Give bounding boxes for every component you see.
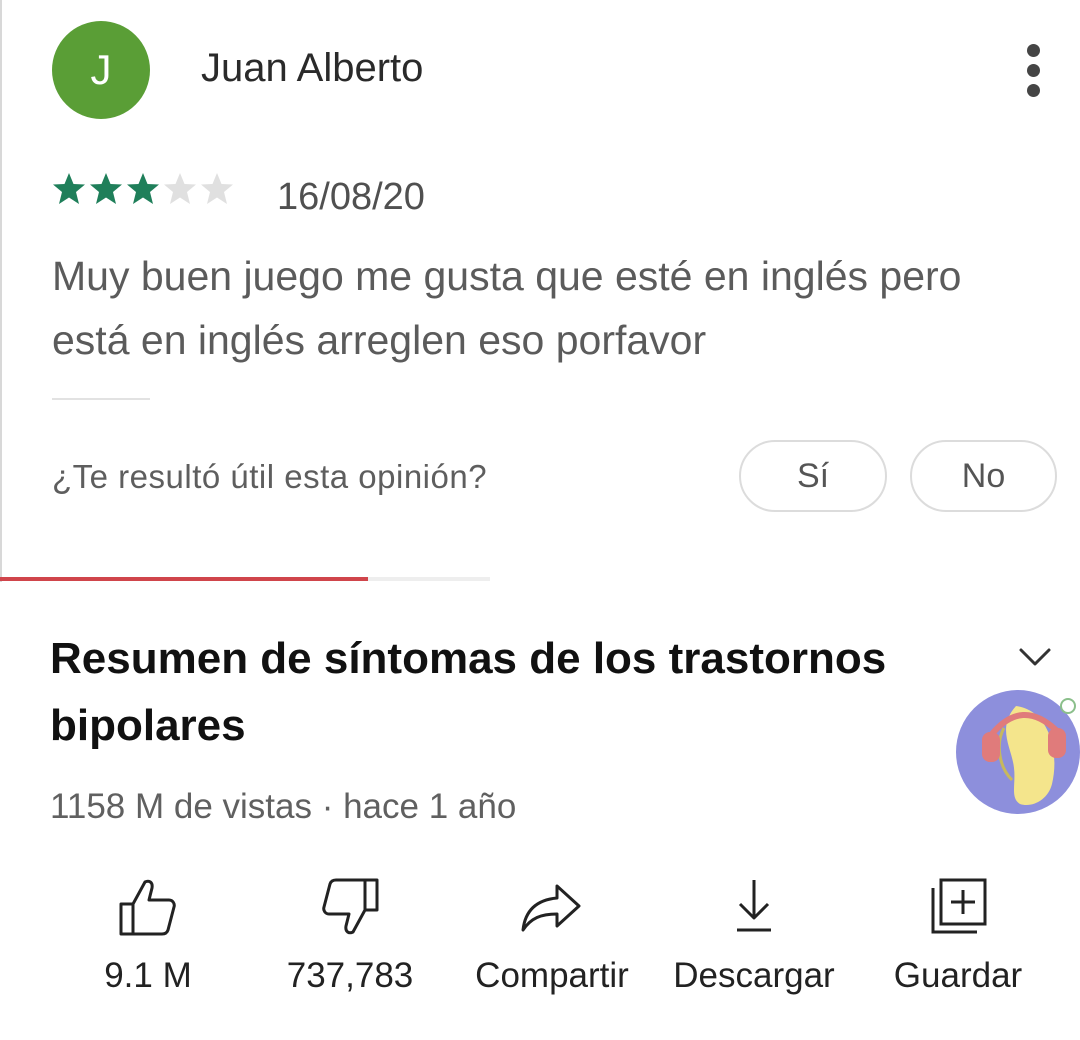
expand-description-button[interactable] — [1013, 642, 1057, 672]
download-icon — [737, 880, 771, 932]
download-label: Descargar — [673, 956, 835, 995]
more-vertical-icon-dot — [1027, 64, 1040, 77]
review-text: Muy buen juego me gusta que esté en ingl… — [52, 253, 962, 363]
star-empty-icon — [201, 173, 233, 204]
more-vertical-icon-dot — [1027, 84, 1040, 97]
video-progress-fill — [0, 577, 368, 581]
thumbs-up-icon — [119, 879, 176, 936]
dislike-button[interactable]: 737,783 — [250, 872, 450, 996]
banana-headphones-logo — [956, 690, 1080, 814]
star-filled-icon — [53, 173, 85, 204]
video-progress-bar[interactable] — [0, 577, 490, 581]
review-card: J Juan Alberto 16/08/20 Muy buen juego m… — [0, 0, 1080, 582]
video-title: Resumen de síntomas de los trastornos bi… — [50, 634, 887, 750]
review-author: Juan Alberto — [201, 46, 424, 90]
save-playlist-icon — [931, 878, 987, 934]
save-label: Guardar — [893, 956, 1023, 995]
star-filled-icon — [127, 173, 159, 204]
review-date: 16/08/20 — [277, 176, 425, 218]
download-button[interactable]: Descargar — [654, 872, 854, 996]
channel-badge[interactable] — [952, 688, 1080, 816]
helpful-question: ¿Te resultó útil esta opinión? — [52, 458, 488, 495]
avatar-initial: J — [90, 46, 112, 93]
star-empty-icon — [164, 173, 196, 204]
like-count: 9.1 M — [104, 956, 192, 995]
share-label: Compartir — [475, 956, 629, 995]
more-options-button[interactable] — [1012, 40, 1056, 100]
divider — [52, 398, 150, 400]
video-meta: 1158 M de vistas · hace 1 año — [50, 787, 517, 826]
helpful-no-button[interactable]: No — [910, 440, 1057, 512]
share-button[interactable]: Compartir — [452, 872, 652, 996]
like-button[interactable]: 9.1 M — [48, 872, 248, 996]
avatar[interactable]: J — [52, 21, 150, 119]
chevron-down-icon — [1019, 648, 1051, 666]
save-button[interactable]: Guardar — [858, 872, 1058, 996]
star-filled-icon — [90, 173, 122, 204]
thumbs-down-icon — [322, 878, 379, 935]
helpful-yes-button[interactable]: Sí — [739, 440, 887, 512]
share-icon — [521, 884, 581, 932]
more-vertical-icon — [1027, 44, 1040, 57]
dislike-count: 737,783 — [286, 956, 414, 995]
